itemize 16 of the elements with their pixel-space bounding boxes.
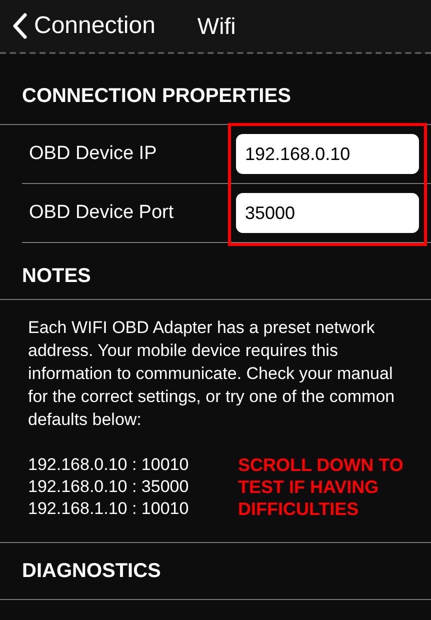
- warning-note: SCROLL DOWN TO TEST IF HAVING DIFFICULTIES: [238, 454, 404, 520]
- back-label[interactable]: Connection: [34, 8, 156, 44]
- default-address: 192.168.1.10 : 10010: [28, 498, 190, 520]
- input-field[interactable]: 192.168.0.10: [236, 134, 419, 174]
- default-address: 192.168.0.10 : 35000: [28, 476, 190, 498]
- input-field[interactable]: 35000: [236, 193, 419, 233]
- nav-title: Wifi: [197, 12, 236, 41]
- notes-paragraph: Each WIFI OBD Adapter has a preset network address. Your mobile device requires this information to communicate. Check your manual for the correct settings, or try one of the common defaults below:: [27, 317, 396, 431]
- field-label: OBD Device IP: [28, 142, 158, 166]
- field-label: OBD Device Port: [28, 200, 175, 225]
- back-button[interactable]: Connection: [12, 8, 156, 44]
- section-header: CONNECTION PROPERTIES: [21, 84, 292, 109]
- section-header: NOTES: [0, 243, 431, 300]
- default-address: 192.168.0.10 : 10010: [28, 454, 190, 476]
- back-chevron-icon: [12, 12, 28, 40]
- section-header: DIAGNOSTICS: [0, 543, 431, 600]
